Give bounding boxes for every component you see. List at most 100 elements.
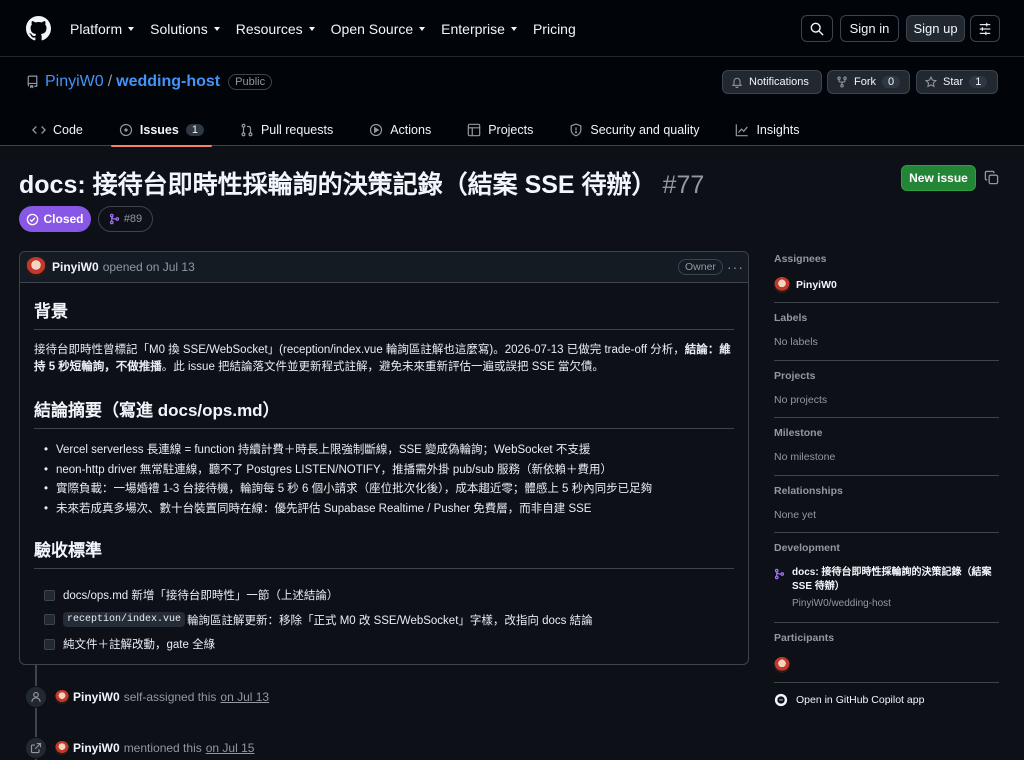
tab-issues[interactable]: Issues 1	[110, 113, 212, 147]
copilot-icon	[774, 693, 788, 707]
event-action: self-assigned this	[123, 690, 217, 704]
github-logo-icon[interactable]	[26, 16, 51, 41]
top-nav: Platform Solutions Resources Open Source…	[70, 0, 592, 57]
kebab-menu-icon[interactable]: ···	[727, 259, 744, 275]
nav-resources[interactable]: Resources	[236, 21, 315, 37]
labels-value: No labels	[774, 336, 818, 348]
sidebar-heading[interactable]: Development	[774, 542, 999, 554]
event-date-link[interactable]: on Jul 15	[206, 741, 255, 755]
avatar[interactable]	[55, 741, 69, 755]
paragraph-text: 接待台即時性曾標記「M0 換 SSE/WebSocket」(reception/…	[34, 344, 685, 356]
nav-platform[interactable]: Platform	[70, 21, 135, 37]
star-count: 1	[969, 76, 988, 88]
nav-open-source[interactable]: Open Source	[331, 21, 426, 37]
check-circle-icon	[27, 213, 39, 225]
search-icon	[810, 22, 824, 36]
star-icon	[925, 76, 937, 88]
event-actor[interactable]: PinyiW0	[73, 690, 120, 704]
sign-in-button[interactable]: Sign in	[840, 15, 899, 42]
avatar[interactable]	[26, 257, 46, 277]
tab-pull-requests[interactable]: Pull requests	[232, 113, 341, 146]
avatar	[774, 277, 790, 293]
comment-author[interactable]: PinyiW0	[52, 260, 99, 274]
task-text: docs/ops.md 新增「接待台即時性」一節（上述結論）	[63, 590, 339, 603]
sidebar-heading[interactable]: Milestone	[774, 427, 999, 439]
sliders-icon	[979, 22, 991, 35]
issue-title: docs: 接待台即時性採輪詢的決策記錄（結案 SSE 待辦） #77	[19, 165, 704, 201]
sidebar-projects: Projects No projects	[774, 361, 999, 418]
nav-label: Open Source	[330, 20, 414, 37]
comment-header: PinyiW0 opened on Jul 13 Owner ···	[20, 252, 748, 283]
fork-button[interactable]: Fork 0	[827, 70, 910, 94]
sidebar-heading[interactable]: Relationships	[774, 485, 999, 497]
tab-label: Code	[53, 122, 83, 137]
event-date-link[interactable]: on Jul 13	[220, 690, 269, 704]
timeline-event-mentioned: PinyiW0 mentioned this on Jul 15	[25, 737, 254, 759]
copy-icon[interactable]	[984, 170, 999, 185]
repo-tabs: Code Issues 1 Pull requests Actions Proj…	[24, 113, 828, 147]
repo-name-link[interactable]: wedding-host	[116, 73, 220, 91]
issue-sidebar: Assignees PinyiW0 Labels No labels Proje…	[774, 251, 999, 707]
section-heading-acceptance: 驗收標準	[34, 536, 734, 569]
linked-pr-title[interactable]: docs: 接待台即時性採輪詢的決策記錄（結案 SSE 待辦）	[792, 566, 992, 594]
comment-body: 背景 接待台即時性曾標記「M0 換 SSE/WebSocket」(recepti…	[20, 297, 748, 657]
relationships-value: None yet	[774, 509, 817, 521]
avatar[interactable]	[55, 690, 69, 704]
tab-insights[interactable]: Insights	[727, 113, 807, 146]
sign-up-button[interactable]: Sign up	[906, 15, 965, 42]
merged-pr-icon	[109, 213, 119, 225]
open-in-copilot-link[interactable]: Open in GitHub Copilot app	[774, 693, 999, 707]
tab-actions[interactable]: Actions	[361, 113, 439, 146]
assignee-name: PinyiW0	[796, 279, 837, 291]
list-item: 未來若成真多場次、數十台裝置同時在線：優先評估 Supabase Realtim…	[34, 500, 734, 520]
new-issue-button[interactable]: New issue	[901, 165, 976, 191]
projects-value: No projects	[774, 394, 828, 406]
nav-label: Pricing	[532, 20, 576, 37]
chevron-down-icon	[128, 27, 135, 31]
task-checkbox[interactable]	[44, 638, 55, 650]
tab-projects[interactable]: Projects	[459, 113, 541, 146]
sidebar-development: Development docs: 接待台即時性採輪詢的決策記錄（結案 SSE …	[774, 533, 999, 623]
sidebar-heading[interactable]: Assignees	[774, 253, 999, 265]
graph-icon	[736, 123, 749, 136]
merged-pr-icon	[774, 568, 785, 580]
tab-security[interactable]: Security and quality	[561, 113, 707, 146]
nav-enterprise[interactable]: Enterprise	[441, 21, 517, 37]
notifications-button[interactable]: Notifications	[722, 70, 822, 94]
list-item: 實際負載：一場婚禮 1-3 台接待機，輪詢每 5 秒 6 個小請求（座位批次化後…	[34, 480, 734, 500]
task-text: 純文件＋註解改動，gate 全綠	[63, 639, 216, 652]
tab-label: Pull requests	[260, 122, 334, 137]
tab-label: Projects	[488, 122, 534, 137]
search-button[interactable]	[801, 15, 833, 42]
event-actor[interactable]: PinyiW0	[73, 741, 120, 755]
person-icon	[25, 686, 47, 708]
linked-pr-badge[interactable]: #89	[98, 206, 153, 232]
task-item: 純文件＋註解改動，gate 全綠	[34, 632, 734, 657]
tab-label: Insights	[756, 122, 800, 137]
tab-label: Issues	[139, 122, 179, 137]
nav-pricing[interactable]: Pricing	[533, 21, 576, 37]
chevron-down-icon	[308, 27, 315, 31]
settings-button[interactable]	[970, 15, 1000, 42]
copilot-label: Open in GitHub Copilot app	[796, 694, 925, 706]
fork-icon	[837, 76, 847, 88]
task-checkbox[interactable]	[44, 589, 55, 601]
chevron-down-icon	[213, 27, 220, 31]
sidebar-heading[interactable]: Projects	[774, 370, 999, 382]
linked-pull-request[interactable]: docs: 接待台即時性採輪詢的決策記錄（結案 SSE 待辦） PinyiW0/…	[774, 566, 999, 609]
avatar[interactable]	[774, 657, 790, 673]
issue-body-comment: PinyiW0 opened on Jul 13 Owner ··· 背景 接待…	[19, 251, 749, 665]
assignee[interactable]: PinyiW0	[774, 277, 999, 293]
repo-icon	[27, 75, 38, 89]
chevron-down-icon	[419, 27, 426, 31]
comment-opened-date: opened on Jul 13	[102, 260, 195, 274]
nav-solutions[interactable]: Solutions	[150, 21, 220, 37]
repo-owner-link[interactable]: PinyiW0	[45, 73, 104, 91]
nav-label: Enterprise	[441, 20, 505, 37]
chevron-down-icon	[510, 27, 517, 31]
owner-role-badge: Owner	[678, 259, 723, 275]
task-checkbox[interactable]	[44, 614, 55, 626]
tab-code[interactable]: Code	[24, 113, 91, 146]
star-button[interactable]: Star 1	[916, 70, 998, 94]
sidebar-heading[interactable]: Labels	[774, 312, 999, 324]
